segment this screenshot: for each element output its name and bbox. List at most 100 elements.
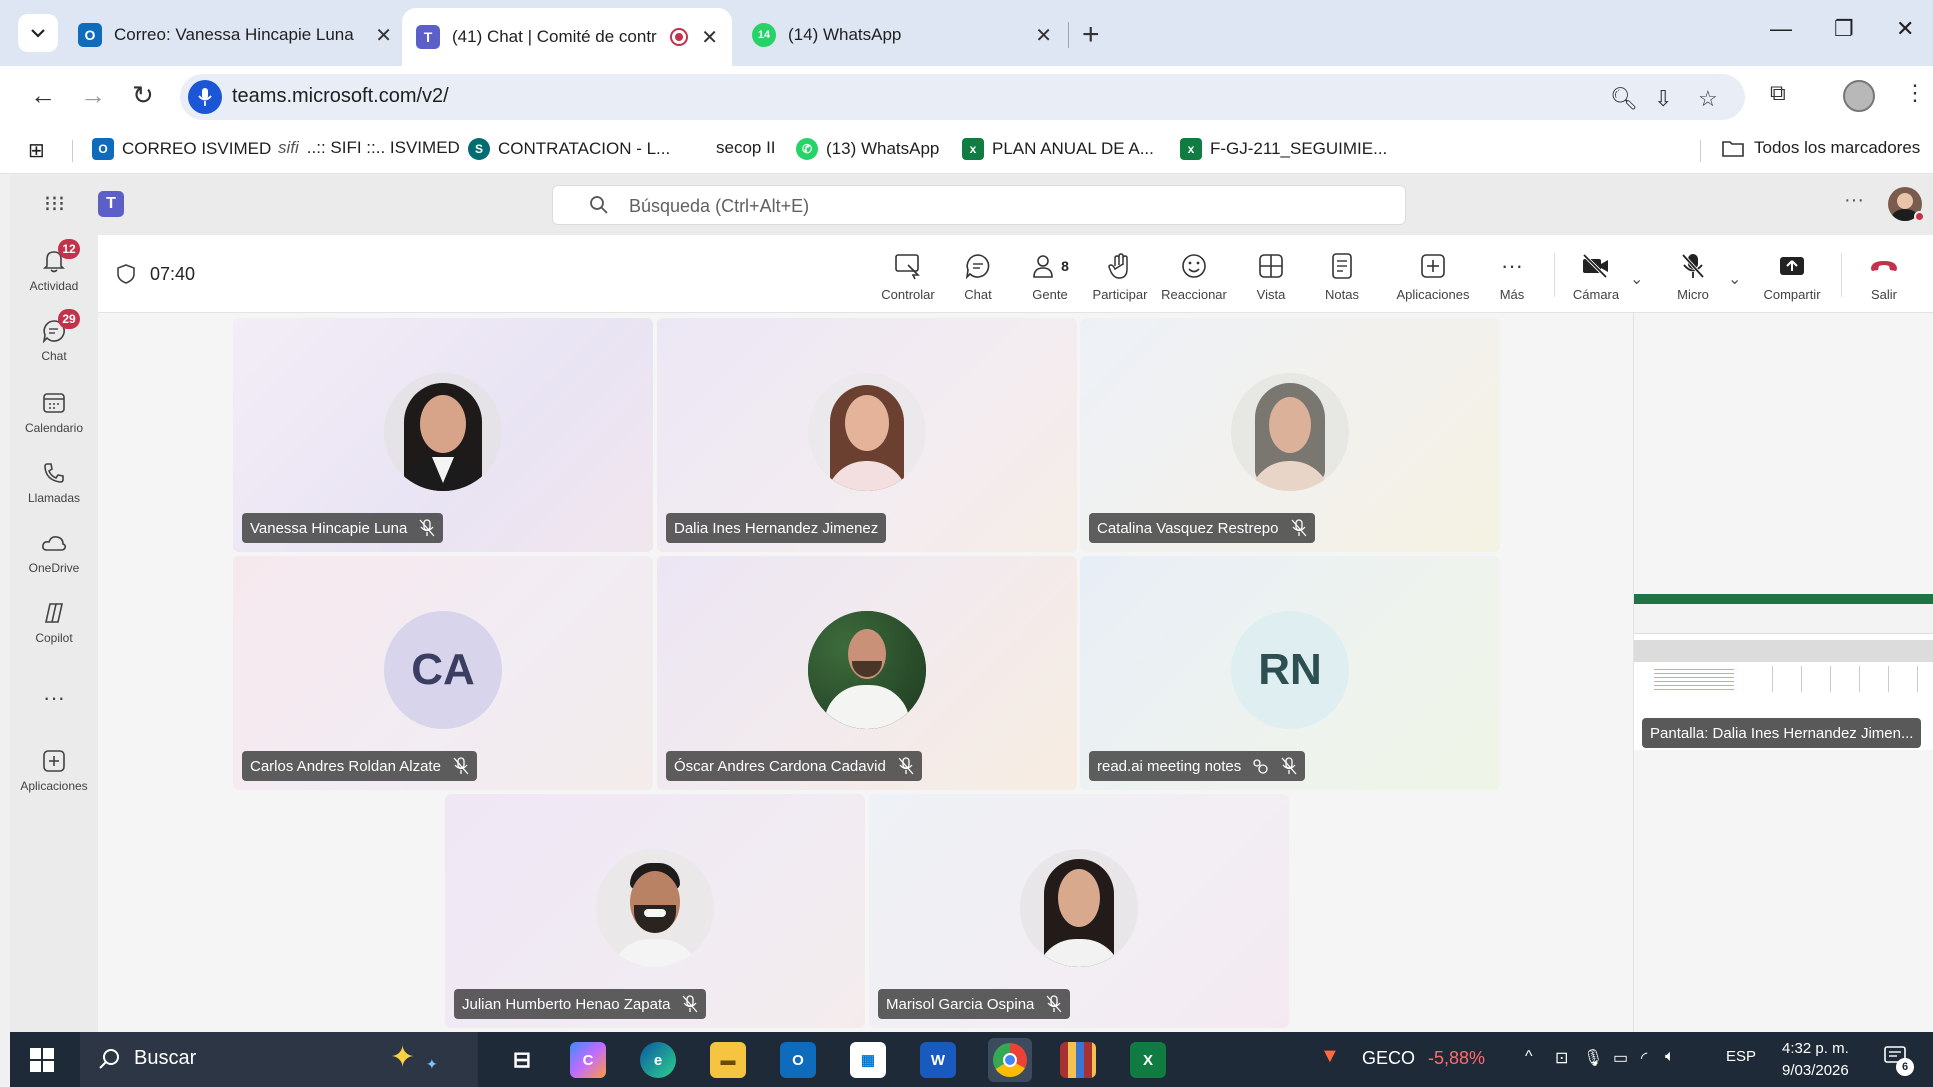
rail-item-apps[interactable]: Aplicaciones [10, 747, 98, 793]
react-button[interactable]: Reaccionar [1154, 251, 1234, 302]
mic-options-chevron-icon[interactable]: ⌄ [1728, 269, 1741, 289]
close-tab-icon[interactable]: ✕ [701, 25, 718, 50]
bookmark-star-icon[interactable]: ☆ [1698, 86, 1718, 112]
store-icon[interactable]: ▦ [850, 1042, 886, 1078]
mic-muted-icon [1046, 995, 1062, 1013]
rail-item-onedrive[interactable]: OneDrive [10, 529, 98, 575]
participant-tile[interactable]: CA Carlos Andres Roldan Alzate [233, 556, 653, 790]
mic-button[interactable]: Micro [1653, 251, 1733, 302]
leave-button[interactable]: Salir [1848, 251, 1920, 302]
bookmark-seguimiento[interactable]: x F-GJ-211_SEGUIMIE... [1180, 138, 1387, 160]
reload-button[interactable]: ↻ [132, 80, 154, 111]
microphone-icon[interactable] [188, 80, 222, 114]
tray-chevron-icon[interactable]: ^ [1525, 1048, 1533, 1066]
camera-button[interactable]: Cámara [1556, 251, 1636, 302]
people-button[interactable]: 8 Gente [1010, 251, 1090, 302]
share-button[interactable]: Compartir [1752, 251, 1832, 302]
rail-item-calls[interactable]: Llamadas [10, 459, 98, 505]
tab-whatsapp[interactable]: 14 (14) WhatsApp ✕ [738, 12, 1066, 58]
bookmark-secop[interactable]: secop II [716, 138, 776, 158]
copilot-icon[interactable]: C [570, 1042, 606, 1078]
rail-item-copilot[interactable]: Copilot [10, 599, 98, 645]
tab-outlook[interactable]: O Correo: Vanessa Hincapie Luna ✕ [64, 12, 406, 58]
tab-teams[interactable]: T (41) Chat | Comité de contr ✕ [402, 8, 732, 66]
teams-header: ⁝⁝⁝ T Búsqueda (Ctrl+Alt+E) ··· [10, 175, 1933, 235]
participant-tile[interactable]: Vanessa Hincapie Luna [233, 318, 653, 552]
language-indicator[interactable]: ESP [1726, 1048, 1756, 1065]
chat-button[interactable]: Chat [938, 251, 1018, 302]
bookmark-plan-anual[interactable]: x PLAN ANUAL DE A... [962, 138, 1154, 160]
more-options-icon[interactable]: ··· [1844, 189, 1864, 212]
camera-options-chevron-icon[interactable]: ⌄ [1630, 269, 1643, 289]
bookmark-sifi[interactable]: sifi ..:: SIFI ::.. ISVIMED [278, 138, 460, 158]
participant-tile[interactable]: RN read.ai meeting notes [1080, 556, 1500, 790]
notification-center-button[interactable]: 6 [1884, 1046, 1914, 1076]
volume-icon[interactable]: 🔈︎ [1665, 1048, 1675, 1066]
avatar-initials: CA [411, 645, 475, 694]
more-button[interactable]: ··· Más [1472, 251, 1552, 303]
outlook-icon[interactable]: O [780, 1042, 816, 1078]
apps-grid-icon[interactable]: ⊞ [28, 138, 45, 163]
task-view-icon[interactable]: ⊟ [504, 1042, 540, 1078]
browser-menu-icon[interactable]: ⋮ [1904, 80, 1926, 106]
file-explorer-icon[interactable]: ▬ [710, 1042, 746, 1078]
control-label: Chat [964, 287, 992, 302]
new-tab-button[interactable]: + [1082, 18, 1100, 52]
microphone-icon[interactable]: 🎙︎ [1583, 1048, 1603, 1068]
search-input[interactable]: Búsqueda (Ctrl+Alt+E) [552, 185, 1406, 225]
edge-icon[interactable]: e [640, 1042, 676, 1078]
apps-button[interactable]: Aplicaciones [1383, 251, 1483, 302]
rail-item-chat[interactable]: 29 Chat [10, 309, 98, 363]
bookmark-contratacion[interactable]: S CONTRATACION - L... [468, 138, 670, 160]
install-app-icon[interactable]: ⇩ [1654, 86, 1672, 112]
profile-avatar[interactable] [1843, 80, 1875, 112]
participant-tile[interactable]: Julian Humberto Henao Zapata [445, 794, 865, 1028]
stock-widget[interactable]: GECO -5,88% [1362, 1048, 1485, 1069]
meeting-timer: 07:40 [116, 263, 195, 285]
all-bookmarks-button[interactable]: Todos los marcadores [1722, 138, 1920, 158]
participant-tile[interactable]: Marisol Garcia Ospina [869, 794, 1289, 1028]
word-icon[interactable]: W [920, 1042, 956, 1078]
rail-item-activity[interactable]: 12 Actividad [10, 239, 98, 293]
minimize-button[interactable]: — [1770, 16, 1792, 42]
excel-icon[interactable]: X [1130, 1042, 1166, 1078]
participant-tile[interactable]: Dalia Ines Hernandez Jimenez [657, 318, 1077, 552]
taskbar-search[interactable]: Buscar ✦ ✦ [80, 1032, 478, 1087]
restore-button[interactable]: ❐ [1834, 16, 1854, 42]
notification-count: 6 [1896, 1058, 1914, 1076]
rail-item-calendar[interactable]: Calendario [10, 389, 98, 435]
back-button[interactable]: ← [30, 80, 56, 111]
close-tab-icon[interactable]: ✕ [1035, 23, 1052, 48]
screen-share-label: Pantalla: Dalia Ines Hernandez Jimen... [1642, 718, 1922, 748]
participant-tile[interactable]: Óscar Andres Cardona Cadavid [657, 556, 1077, 790]
winrar-icon[interactable] [1060, 1042, 1096, 1078]
sharepoint-icon: S [468, 138, 490, 160]
address-bar[interactable]: teams.microsoft.com/v2/ 🔍︎ ⇩ ☆ [180, 74, 1745, 120]
chat-icon: 29 [40, 309, 80, 345]
notes-button[interactable]: Notas [1302, 251, 1382, 302]
view-button[interactable]: Vista [1231, 251, 1311, 302]
battery-icon[interactable]: ▭ [1613, 1048, 1628, 1068]
zoom-icon[interactable]: 🔍︎ [1610, 86, 1638, 112]
windows-start-icon[interactable] [30, 1048, 54, 1072]
bookmark-whatsapp[interactable]: ✆ (13) WhatsApp [796, 138, 939, 160]
chrome-icon-active[interactable] [988, 1038, 1032, 1082]
close-tab-icon[interactable]: ✕ [375, 23, 392, 48]
rail-more-icon[interactable]: ··· [10, 685, 98, 711]
timer-text: 07:40 [150, 263, 196, 284]
meeting-tray-icon[interactable]: ⊡ [1555, 1048, 1568, 1068]
app-launcher-icon[interactable]: ⁝⁝⁝ [44, 191, 65, 217]
wifi-icon[interactable]: ◜ [1641, 1048, 1647, 1068]
close-window-button[interactable]: ✕ [1896, 16, 1914, 42]
avatar: RN [1231, 611, 1349, 729]
forward-button[interactable]: → [80, 80, 106, 111]
taskbar-clock[interactable]: 4:32 p. m. 9/03/2026 [1782, 1038, 1849, 1082]
raise-hand-button[interactable]: Participar [1080, 251, 1160, 302]
participant-name: Julian Humberto Henao Zapata [462, 995, 671, 1013]
control-button[interactable]: Controlar [868, 251, 948, 302]
extensions-icon[interactable]: ⧉ [1770, 80, 1786, 106]
smiley-icon [1154, 251, 1234, 281]
bookmark-correo[interactable]: O CORREO ISVIMED [92, 138, 271, 160]
tab-search-button[interactable] [18, 14, 58, 52]
participant-tile[interactable]: Catalina Vasquez Restrepo [1080, 318, 1500, 552]
